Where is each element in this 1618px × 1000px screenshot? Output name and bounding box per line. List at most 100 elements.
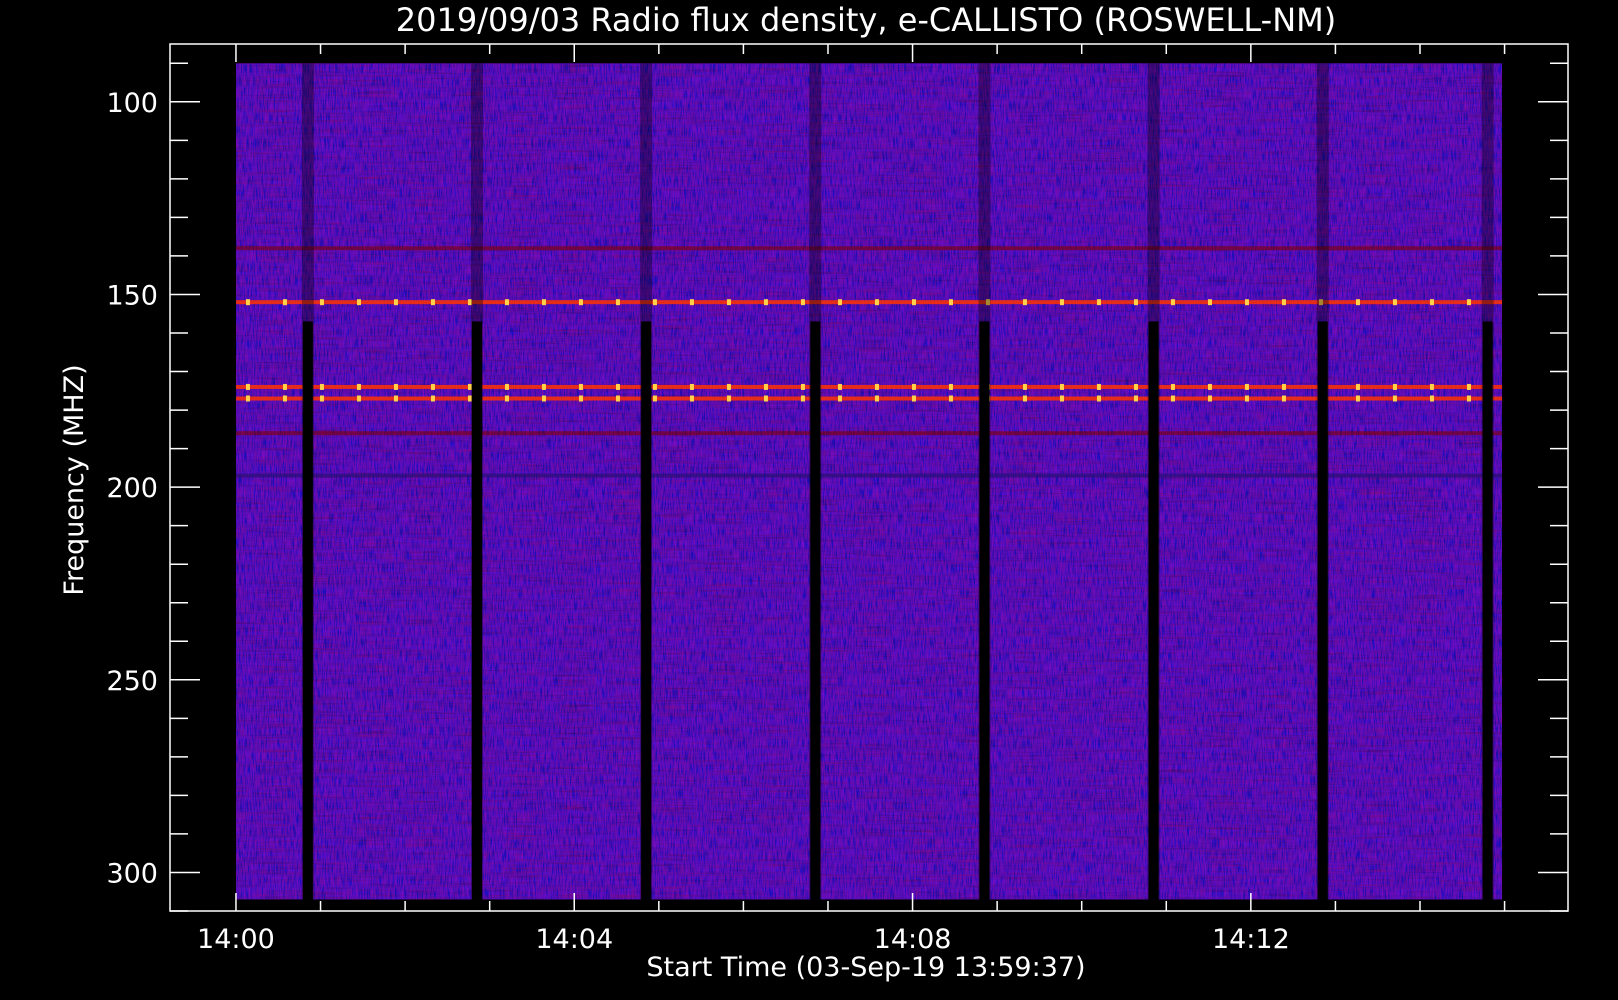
calibration-gap bbox=[1317, 321, 1328, 900]
burst-dot bbox=[1392, 395, 1397, 402]
burst-dot bbox=[1281, 383, 1286, 390]
burst-dot bbox=[245, 299, 250, 306]
burst-dot bbox=[615, 395, 620, 402]
calibration-gap bbox=[1482, 321, 1493, 900]
y-tick-label: 100 bbox=[106, 88, 158, 119]
burst-dot bbox=[726, 383, 731, 390]
burst-dot bbox=[763, 383, 768, 390]
burst-dot bbox=[1133, 395, 1138, 402]
burst-dot bbox=[652, 383, 657, 390]
burst-dot bbox=[1133, 383, 1138, 390]
burst-dot bbox=[615, 299, 620, 306]
burst-dot bbox=[319, 395, 324, 402]
burst-dot bbox=[689, 299, 694, 306]
burst-dot bbox=[689, 395, 694, 402]
burst-dot bbox=[1466, 383, 1471, 390]
burst-dot bbox=[615, 383, 620, 390]
burst-dot bbox=[1096, 395, 1101, 402]
burst-dot bbox=[948, 299, 953, 306]
burst-dot bbox=[800, 383, 805, 390]
burst-dot bbox=[837, 383, 842, 390]
x-tick-label: 14:08 bbox=[874, 924, 952, 955]
burst-dot bbox=[1096, 299, 1101, 306]
calibration-gap bbox=[302, 321, 313, 900]
burst-dot bbox=[1429, 383, 1434, 390]
calibration-gap bbox=[1148, 321, 1159, 900]
chart-title: 2019/09/03 Radio flux density, e-CALLIST… bbox=[396, 1, 1336, 39]
burst-dot bbox=[911, 383, 916, 390]
burst-dot bbox=[1429, 299, 1434, 306]
burst-dot bbox=[282, 299, 287, 306]
burst-dot bbox=[800, 299, 805, 306]
burst-dot bbox=[1022, 395, 1027, 402]
heatmap-texture-bands bbox=[235, 63, 1503, 900]
burst-dot bbox=[1096, 383, 1101, 390]
emission-line-152mhz bbox=[235, 300, 1503, 305]
emission-line-186mhz bbox=[235, 431, 1503, 436]
burst-dot bbox=[1244, 383, 1249, 390]
burst-dot bbox=[282, 395, 287, 402]
burst-dot bbox=[356, 383, 361, 390]
burst-dot bbox=[800, 395, 805, 402]
emission-line-174mhz bbox=[235, 384, 1503, 389]
burst-dot bbox=[541, 383, 546, 390]
spectrogram-chart: 2019/09/03 Radio flux density, e-CALLIST… bbox=[59, 1, 1569, 983]
burst-dot bbox=[1281, 299, 1286, 306]
emission-line-138mhz bbox=[235, 246, 1503, 251]
burst-dot bbox=[1170, 395, 1175, 402]
burst-dot bbox=[393, 383, 398, 390]
calibration-gap bbox=[472, 321, 483, 900]
burst-dot bbox=[1281, 395, 1286, 402]
y-tick-label: 250 bbox=[106, 666, 158, 697]
burst-dot bbox=[1133, 299, 1138, 306]
burst-dot bbox=[689, 383, 694, 390]
burst-dot bbox=[1207, 383, 1212, 390]
burst-dot bbox=[578, 395, 583, 402]
burst-dot bbox=[1244, 395, 1249, 402]
burst-dot bbox=[726, 395, 731, 402]
burst-dot bbox=[1170, 299, 1175, 306]
x-tick-label: 14:00 bbox=[197, 924, 275, 955]
y-axis-label: Frequency (MHZ) bbox=[59, 364, 90, 595]
y-tick-label: 300 bbox=[106, 858, 158, 889]
burst-dot bbox=[1059, 383, 1064, 390]
x-axis-label: Start Time (03-Sep-19 13:59:37) bbox=[646, 952, 1085, 983]
burst-dot bbox=[837, 299, 842, 306]
burst-dot bbox=[1355, 299, 1360, 306]
burst-dot bbox=[1429, 395, 1434, 402]
burst-dot bbox=[1207, 299, 1212, 306]
burst-dot bbox=[911, 395, 916, 402]
burst-dot bbox=[245, 395, 250, 402]
burst-dot bbox=[578, 383, 583, 390]
burst-dot bbox=[504, 383, 509, 390]
burst-dot bbox=[874, 299, 879, 306]
burst-dot bbox=[1392, 383, 1397, 390]
burst-dot bbox=[1244, 299, 1249, 306]
burst-dot bbox=[541, 299, 546, 306]
burst-dot bbox=[1355, 395, 1360, 402]
heatmap-area bbox=[235, 63, 1503, 900]
burst-dot bbox=[245, 383, 250, 390]
burst-dot bbox=[504, 299, 509, 306]
burst-dot bbox=[763, 299, 768, 306]
y-tick-label: 200 bbox=[106, 473, 158, 504]
burst-dot bbox=[763, 395, 768, 402]
calibration-gap bbox=[979, 321, 990, 900]
burst-dot bbox=[319, 299, 324, 306]
burst-dot bbox=[1022, 299, 1027, 306]
burst-dot bbox=[726, 299, 731, 306]
burst-dot bbox=[393, 395, 398, 402]
burst-dot bbox=[393, 299, 398, 306]
emission-line-177mhz bbox=[235, 396, 1503, 401]
burst-dot bbox=[911, 299, 916, 306]
y-tick-label: 150 bbox=[106, 280, 158, 311]
burst-dot bbox=[1466, 395, 1471, 402]
burst-dot bbox=[504, 395, 509, 402]
burst-dot bbox=[430, 299, 435, 306]
calibration-gap bbox=[810, 321, 821, 900]
burst-dot bbox=[652, 299, 657, 306]
burst-dot bbox=[282, 383, 287, 390]
burst-dot bbox=[1392, 299, 1397, 306]
burst-dot bbox=[319, 383, 324, 390]
burst-dot bbox=[652, 395, 657, 402]
